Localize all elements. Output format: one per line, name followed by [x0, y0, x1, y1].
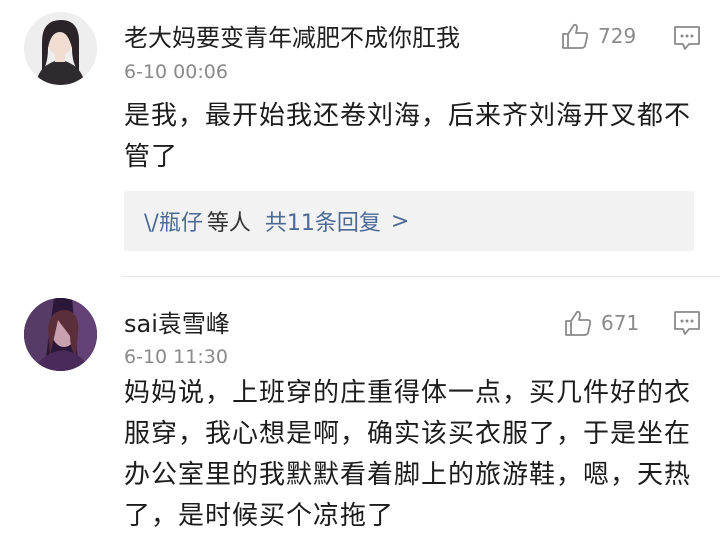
avatar[interactable] — [24, 12, 97, 85]
comment-text: 妈妈说，上班穿的庄重得体一点，买几件好的衣服穿，我心想是啊，确实该买衣服了，于是… — [124, 378, 692, 531]
timestamp: 6-10 11:30 — [124, 346, 228, 368]
comment-icon — [674, 26, 700, 50]
comment-text: 是我，最开始我还卷刘海，后来齐刘海开叉都不管了 — [124, 101, 692, 172]
thumbs-up-icon — [565, 310, 592, 336]
reply-count-link[interactable]: 共11条回复 — [265, 205, 381, 237]
divider — [122, 276, 720, 277]
reply-button[interactable] — [673, 310, 701, 336]
like-button[interactable]: 729 — [560, 21, 636, 51]
reply-preview-suffix: 等人 — [206, 211, 251, 236]
thumbs-up-icon — [562, 23, 589, 49]
comment-item: 老大妈要变青年减肥不成你肛我 6-10 00:06 729 是我，最开始我还卷刘… — [0, 0, 720, 276]
like-count: 671 — [601, 311, 640, 335]
like-count: 729 — [598, 24, 637, 48]
reply-preview[interactable]: \/瓶仔 等人 共11条回复 > — [124, 191, 694, 251]
reply-preview-names[interactable]: \/瓶仔 — [144, 205, 203, 237]
comment-icon — [674, 311, 700, 335]
reply-button[interactable] — [673, 25, 701, 51]
avatar[interactable] — [24, 298, 97, 371]
username[interactable]: sai袁雪峰 — [124, 304, 230, 339]
like-button[interactable]: 671 — [563, 308, 639, 338]
username[interactable]: 老大妈要变青年减肥不成你肛我 — [124, 18, 460, 53]
timestamp: 6-10 00:06 — [124, 61, 228, 83]
comment-item: sai袁雪峰 6-10 11:30 671 妈妈说，上班穿的庄重得体一点，买几件… — [0, 278, 720, 547]
chevron-right-icon[interactable]: > — [391, 209, 409, 234]
